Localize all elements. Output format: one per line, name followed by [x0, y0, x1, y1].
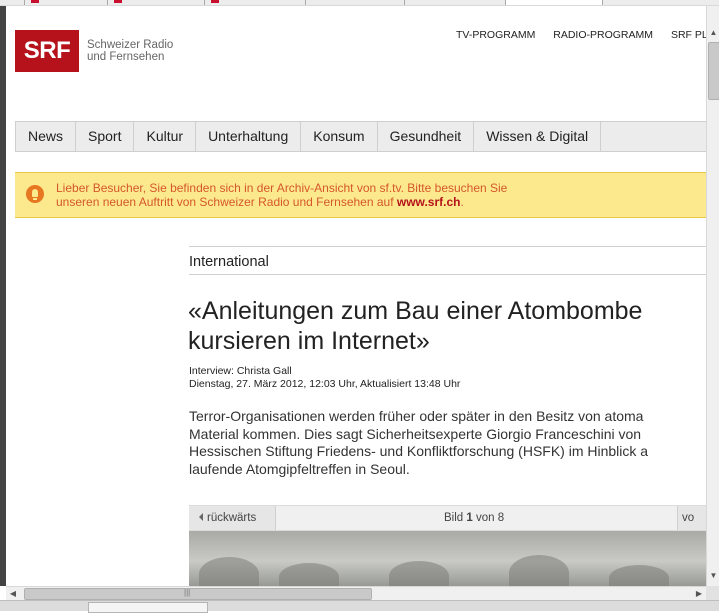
page-viewport: SRF Schweizer Radio und Fernsehen TV-PRO…	[6, 6, 706, 586]
divider	[189, 246, 706, 247]
photo-detail	[609, 565, 669, 586]
browser-tab[interactable]	[25, 0, 108, 5]
vertical-scroll-thumb[interactable]	[708, 42, 719, 100]
gallery-forward-button[interactable]: vo	[677, 506, 706, 530]
lightbulb-icon	[26, 185, 44, 203]
notice-end: .	[460, 195, 464, 209]
archive-notice: Lieber Besucher, Sie befinden sich in de…	[15, 172, 706, 218]
notice-line-2: unseren neuen Auftritt von Schweizer Rad…	[56, 195, 397, 209]
browser-tab[interactable]	[405, 0, 506, 5]
gallery-navigation: rückwärts Bild 1 von 8 vo	[189, 505, 706, 531]
horizontal-scrollbar[interactable]: ◀ ||| ▶	[6, 586, 706, 601]
lead-line: laufende Atomgipfeltreffen in Seoul.	[189, 460, 410, 477]
article-headline: «Anleitungen zum Bau einer Atombombe kur…	[188, 296, 642, 356]
nav-unterhaltung[interactable]: Unterhaltung	[196, 122, 302, 151]
nav-konsum[interactable]: Konsum	[301, 122, 378, 151]
brand-line-2: und Fernsehen	[87, 51, 165, 63]
photo-detail	[509, 555, 569, 586]
scroll-right-icon[interactable]: ▶	[692, 587, 706, 601]
article-lead: Terror-Organisationen werden früher oder…	[189, 408, 648, 478]
browser-tab[interactable]	[603, 0, 719, 5]
gallery-total: 8	[497, 512, 505, 524]
scrollbar-corner	[706, 586, 719, 600]
status-segment	[88, 602, 208, 613]
photo-detail	[279, 563, 339, 586]
article-author: Interview: Christa Gall	[189, 365, 292, 377]
nav-kultur[interactable]: Kultur	[134, 122, 197, 151]
headline-line-2: kursieren im Internet»	[188, 327, 430, 355]
top-navigation: TV-PROGRAMM RADIO-PROGRAMM SRF PLAY	[456, 29, 706, 41]
browser-tab[interactable]	[0, 0, 25, 5]
lead-line: Terror-Organisationen werden früher oder…	[189, 408, 644, 424]
lead-line: Hessischen Stiftung Friedens- und Konfli…	[189, 443, 649, 459]
main-navigation: News Sport Kultur Unterhaltung Konsum Ge…	[15, 121, 706, 152]
gallery-image[interactable]	[189, 531, 706, 586]
browser-tab[interactable]	[306, 0, 405, 5]
browser-tab-active[interactable]	[506, 0, 603, 5]
headline-line-1: «Anleitungen zum Bau einer Atombombe	[188, 297, 643, 325]
lead-line: Material kommen. Dies sagt Sicherheitsex…	[189, 425, 642, 442]
nav-sport[interactable]: Sport	[76, 122, 135, 151]
topnav-tv-programm[interactable]: TV-PROGRAMM	[456, 29, 535, 41]
gallery-bild-word: Bild	[444, 512, 464, 524]
gallery-back-label: rückwärts	[207, 512, 257, 524]
article-meta: Interview: Christa Gall Dienstag, 27. Mä…	[189, 365, 460, 391]
nav-gesundheit[interactable]: Gesundheit	[378, 122, 475, 151]
gallery-of-word: von	[476, 512, 495, 524]
browser-tab[interactable]	[108, 0, 205, 5]
status-bar	[0, 600, 719, 613]
nav-news[interactable]: News	[15, 122, 77, 151]
brand-name: Schweizer Radio und Fernsehen	[87, 39, 173, 63]
section-title: International	[189, 254, 269, 270]
srf-link[interactable]: www.srf.ch	[397, 195, 461, 209]
vertical-scrollbar[interactable]: ▲ ▼	[706, 6, 719, 586]
notice-line-1: Lieber Besucher, Sie befinden sich in de…	[56, 181, 508, 195]
scroll-up-icon[interactable]: ▲	[708, 26, 719, 40]
gallery-counter: Bild 1 von 8	[444, 506, 504, 530]
nav-wissen-digital[interactable]: Wissen & Digital	[474, 122, 602, 151]
arrow-left-icon	[199, 513, 203, 521]
photo-detail	[199, 557, 259, 586]
article-date: Dienstag, 27. März 2012, 12:03 Uhr, Aktu…	[189, 378, 461, 390]
horizontal-scroll-thumb[interactable]	[24, 588, 372, 600]
gallery-back-button[interactable]: rückwärts	[189, 506, 276, 530]
scroll-down-icon[interactable]: ▼	[708, 569, 719, 583]
scroll-left-icon[interactable]: ◀	[6, 587, 20, 601]
gallery-current: 1	[466, 512, 473, 524]
notice-message: Lieber Besucher, Sie befinden sich in de…	[56, 181, 696, 209]
srf-logo[interactable]: SRF	[15, 30, 79, 72]
photo-detail	[389, 561, 449, 586]
brand-line-1: Schweizer Radio	[87, 39, 174, 51]
divider	[189, 274, 706, 275]
topnav-srf-play[interactable]: SRF PLAY	[671, 29, 706, 41]
browser-tab[interactable]	[205, 0, 306, 5]
scroll-grip-icon: |||	[184, 588, 191, 597]
topnav-radio-programm[interactable]: RADIO-PROGRAMM	[553, 29, 653, 41]
